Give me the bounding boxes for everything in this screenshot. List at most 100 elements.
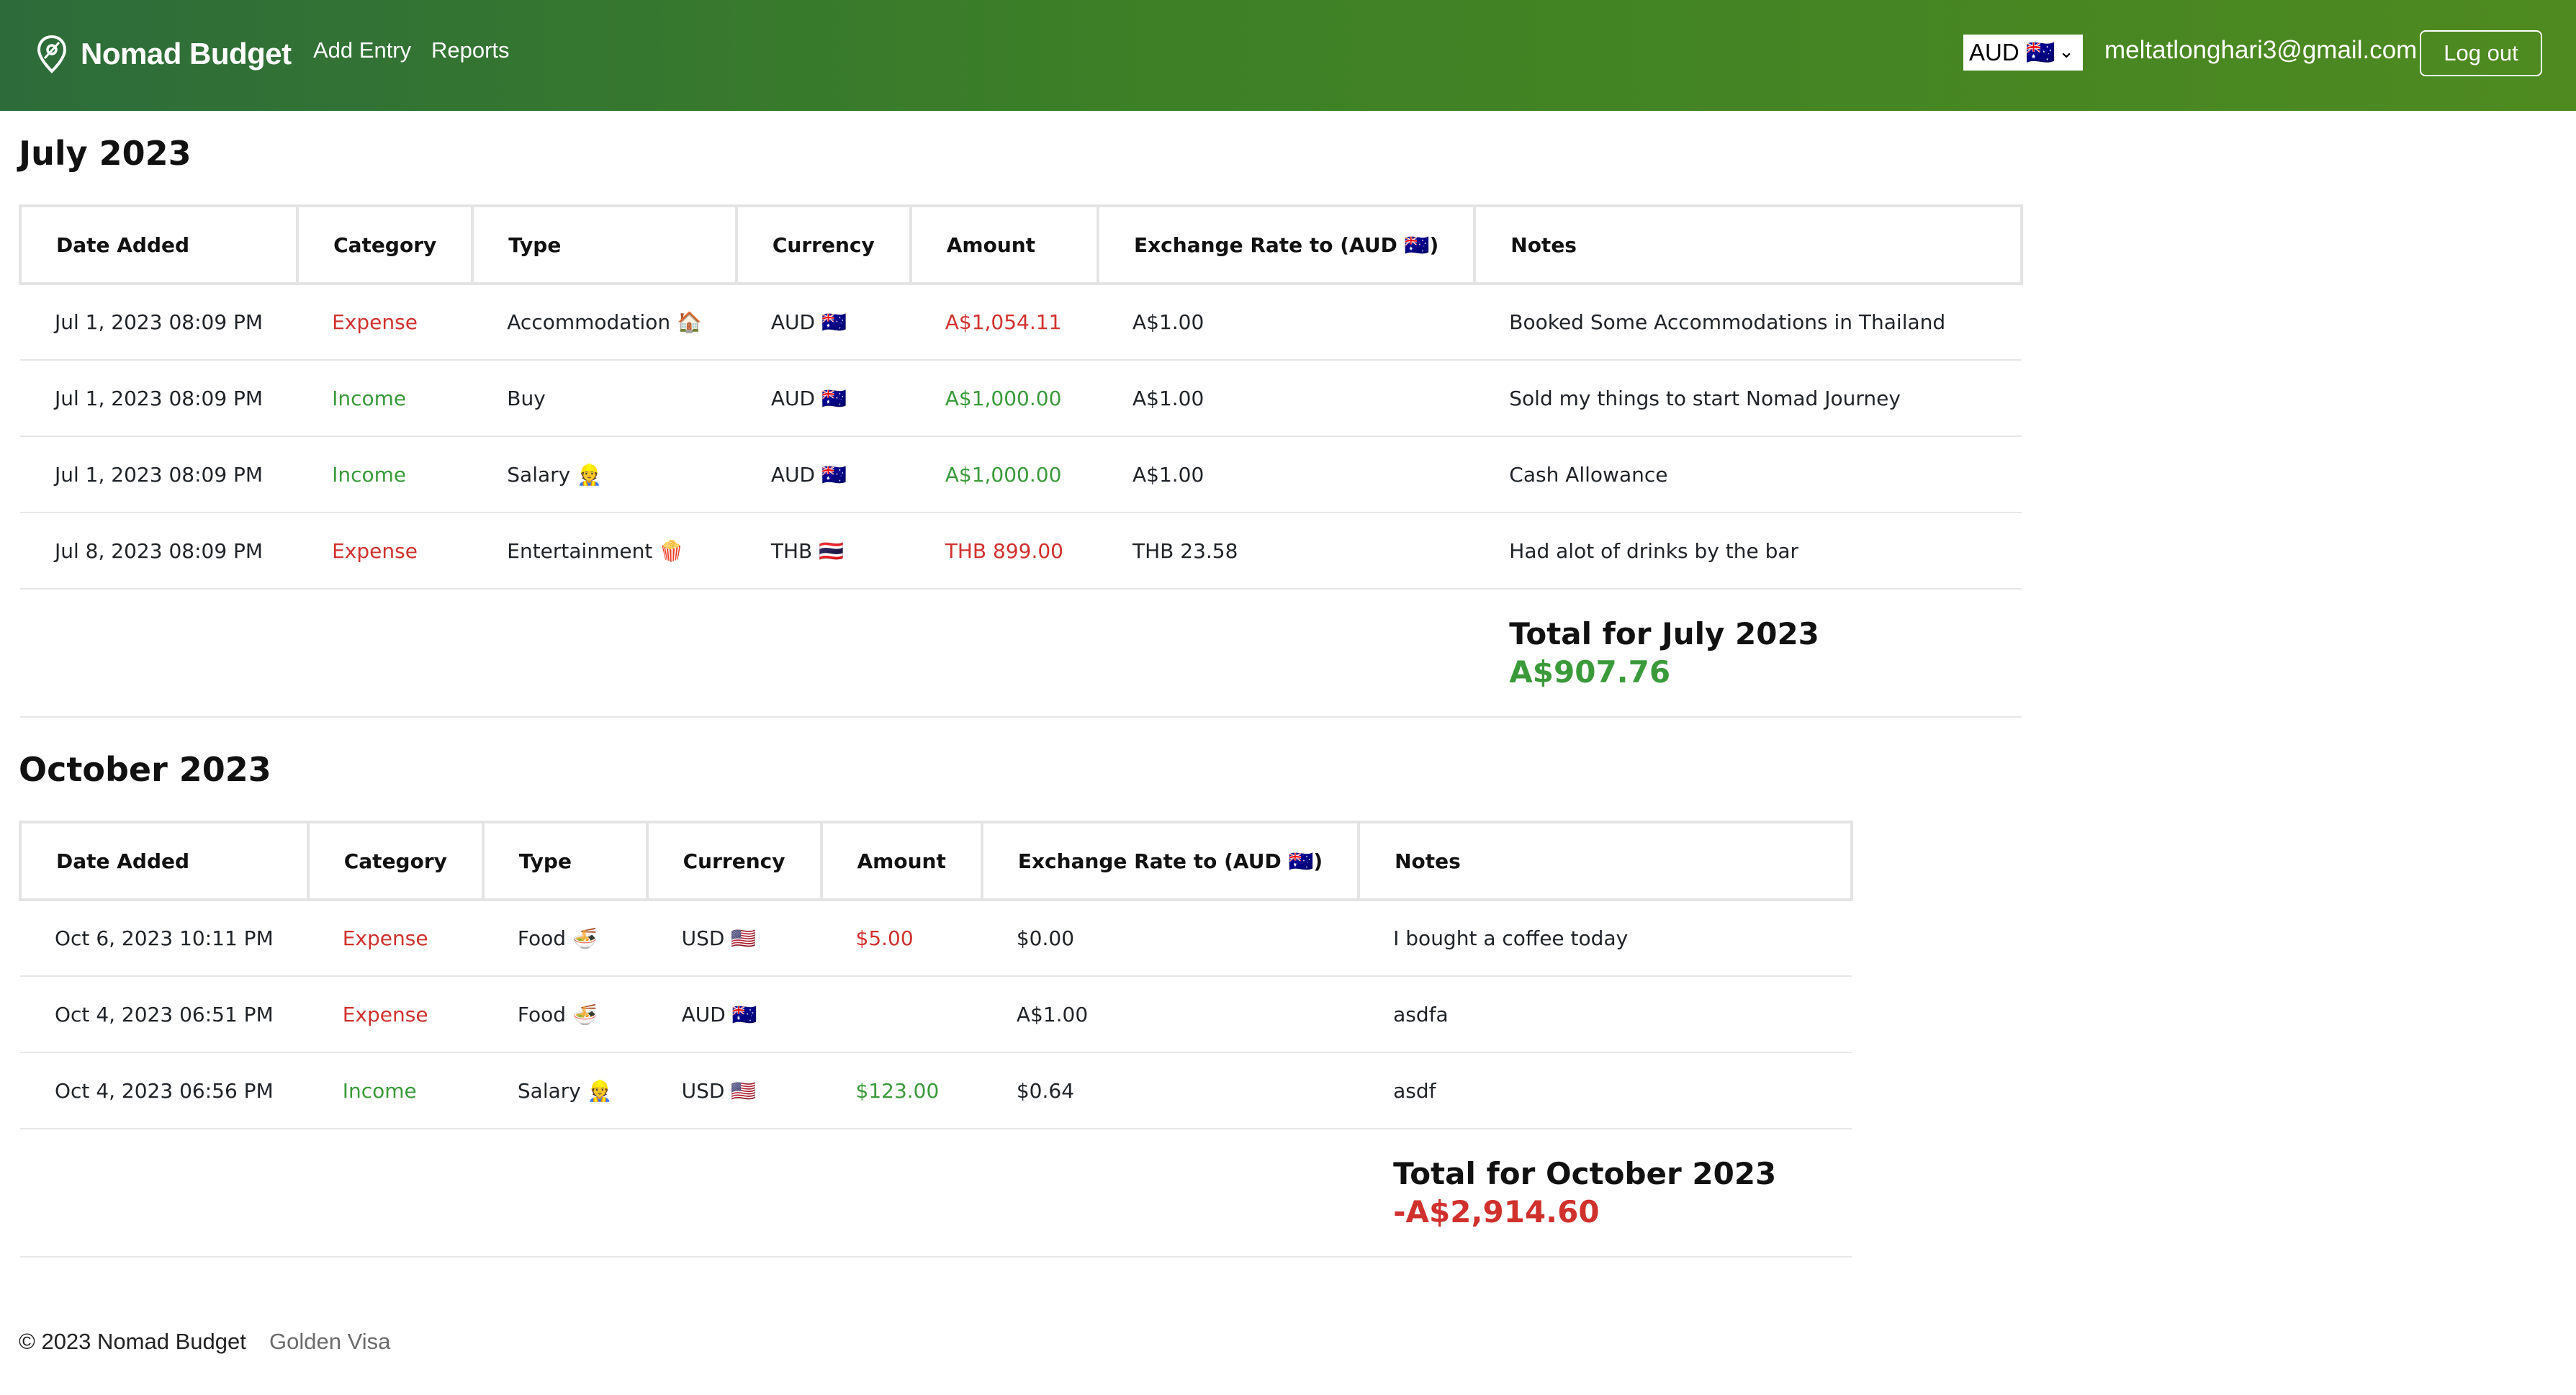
total-cell: Total for July 2023 A$907.76: [1474, 589, 2022, 718]
cell-currency: USD 🇺🇸: [647, 900, 821, 977]
cell-notes: Sold my things to start Nomad Journey: [1474, 360, 2022, 437]
currency-select[interactable]: AUD 🇦🇺 ⌄: [1963, 35, 2083, 71]
col-header-amount[interactable]: Amount: [909, 204, 1099, 285]
col-header-currency[interactable]: Currency: [645, 821, 823, 901]
cell-notes: Had alot of drinks by the bar: [1474, 513, 2022, 590]
col-header-currency[interactable]: Currency: [734, 204, 912, 285]
cell-category: Income: [297, 436, 473, 513]
col-header-type[interactable]: Type: [471, 204, 738, 285]
col-header-category[interactable]: Category: [306, 821, 485, 901]
table-row[interactable]: Oct 4, 2023 06:56 PM Income Salary 👷 USD…: [20, 1052, 1852, 1129]
cell-date: Jul 1, 2023 08:09 PM: [20, 360, 298, 437]
table-row[interactable]: Jul 1, 2023 08:09 PM Income Buy AUD 🇦🇺 A…: [20, 360, 2022, 437]
nav-add-entry[interactable]: Add Entry: [313, 37, 411, 63]
footer-link-golden-visa[interactable]: Golden Visa: [269, 1329, 390, 1355]
footer: © 2023 Nomad Budget Golden Visa: [19, 1329, 390, 1355]
cell-category: Expense: [307, 900, 483, 977]
month-title: July 2023: [19, 134, 192, 173]
transactions-table: Date Added Category Type Currency Amount…: [19, 821, 1853, 1258]
cell-exchange-rate: A$1.00: [1097, 284, 1475, 361]
col-header-date[interactable]: Date Added: [19, 821, 310, 901]
col-header-type[interactable]: Type: [481, 821, 649, 901]
cell-date: Oct 6, 2023 10:11 PM: [20, 900, 308, 977]
cell-amount: $123.00: [821, 1052, 982, 1129]
cell-amount: [821, 976, 982, 1053]
col-header-category[interactable]: Category: [296, 204, 474, 285]
brand-name: Nomad Budget: [81, 37, 292, 71]
total-spacer: [20, 1129, 1359, 1258]
cell-currency: AUD 🇦🇺: [736, 360, 911, 437]
total-label: Total for July 2023: [1509, 616, 1819, 651]
cell-date: Jul 1, 2023 08:09 PM: [20, 436, 298, 513]
cell-notes: asdfa: [1359, 976, 1852, 1053]
cell-type: Food 🍜: [482, 900, 647, 977]
month-title: October 2023: [19, 750, 271, 789]
col-header-notes[interactable]: Notes: [1357, 821, 1853, 901]
col-header-exchange-rate[interactable]: Exchange Rate to (AUD 🇦🇺): [1096, 204, 1477, 285]
cell-category: Expense: [297, 513, 473, 590]
cell-date: Jul 1, 2023 08:09 PM: [20, 284, 298, 361]
col-header-date[interactable]: Date Added: [18, 204, 300, 285]
cell-exchange-rate: THB 23.58: [1097, 513, 1475, 590]
cell-date: Oct 4, 2023 06:51 PM: [20, 976, 308, 1053]
total-value: A$907.76: [1509, 654, 1671, 690]
cell-date: Oct 4, 2023 06:56 PM: [20, 1052, 308, 1129]
total-row: Total for October 2023 -A$2,914.60: [20, 1129, 1852, 1258]
table-row[interactable]: Oct 4, 2023 06:51 PM Expense Food 🍜 AUD …: [20, 976, 1852, 1053]
table-header-row: Date Added Category Type Currency Amount…: [19, 821, 1853, 901]
footer-copyright: © 2023 Nomad Budget: [19, 1329, 246, 1354]
table-row[interactable]: Jul 1, 2023 08:09 PM Income Salary 👷 AUD…: [20, 436, 2022, 513]
total-row: Total for July 2023 A$907.76: [20, 589, 2022, 718]
cell-amount: THB 899.00: [910, 513, 1098, 590]
table-row[interactable]: Jul 8, 2023 08:09 PM Expense Entertainme…: [20, 513, 2022, 590]
cell-notes: asdf: [1359, 1052, 1852, 1129]
logout-button[interactable]: Log out: [2420, 30, 2542, 76]
cell-type: Food 🍜: [482, 976, 647, 1053]
col-header-amount[interactable]: Amount: [819, 821, 983, 901]
transactions-table: Date Added Category Type Currency Amount…: [18, 204, 2023, 718]
cell-notes: Booked Some Accommodations in Thailand: [1474, 284, 2022, 361]
cell-category: Expense: [297, 284, 473, 361]
cell-date: Jul 8, 2023 08:09 PM: [20, 513, 298, 590]
cell-type: Buy: [472, 360, 737, 437]
cell-type: Accommodation 🏠: [472, 284, 737, 361]
cell-currency: THB 🇹🇭: [736, 513, 911, 590]
cell-category: Income: [297, 360, 473, 437]
cell-currency: AUD 🇦🇺: [736, 436, 911, 513]
cell-category: Expense: [307, 976, 483, 1053]
location-pin-icon: [37, 35, 67, 73]
cell-type: Salary 👷: [482, 1052, 647, 1129]
cell-notes: I bought a coffee today: [1359, 900, 1852, 977]
col-header-notes[interactable]: Notes: [1473, 204, 2023, 285]
cell-exchange-rate: $0.00: [981, 900, 1359, 977]
user-email: meltatlonghari3@gmail.com: [2104, 36, 2418, 64]
table-header-row: Date Added Category Type Currency Amount…: [18, 204, 2023, 285]
cell-amount: A$1,000.00: [910, 436, 1098, 513]
cell-type: Salary 👷: [472, 436, 737, 513]
cell-type: Entertainment 🍿: [472, 513, 737, 590]
cell-notes: Cash Allowance: [1474, 436, 2022, 513]
chevron-down-icon: ⌄: [2058, 40, 2074, 62]
cell-exchange-rate: $0.64: [981, 1052, 1359, 1129]
table-row[interactable]: Jul 1, 2023 08:09 PM Expense Accommodati…: [20, 284, 2022, 361]
cell-amount: A$1,054.11: [910, 284, 1098, 361]
currency-select-value: AUD 🇦🇺: [1969, 38, 2055, 66]
nav-reports[interactable]: Reports: [431, 37, 510, 63]
col-header-exchange-rate[interactable]: Exchange Rate to (AUD 🇦🇺): [980, 821, 1361, 901]
cell-currency: USD 🇺🇸: [647, 1052, 821, 1129]
cell-amount: $5.00: [821, 900, 982, 977]
cell-amount: A$1,000.00: [910, 360, 1098, 437]
cell-exchange-rate: A$1.00: [1097, 360, 1475, 437]
month-section-october: October 2023 Date Added Category Type Cu…: [19, 750, 1853, 1261]
month-section-july: July 2023 Date Added Category Type Curre…: [18, 134, 2023, 718]
total-spacer: [20, 589, 1475, 718]
table-row[interactable]: Oct 6, 2023 10:11 PM Expense Food 🍜 USD …: [20, 900, 1852, 977]
total-cell: Total for October 2023 -A$2,914.60: [1359, 1129, 1852, 1258]
cell-exchange-rate: A$1.00: [1097, 436, 1475, 513]
cell-category: Income: [307, 1052, 483, 1129]
total-value: -A$2,914.60: [1393, 1194, 1600, 1229]
cell-currency: AUD 🇦🇺: [647, 976, 821, 1053]
top-navbar: Nomad Budget Add Entry Reports AUD 🇦🇺 ⌄ …: [0, 0, 2576, 111]
total-label: Total for October 2023: [1393, 1156, 1777, 1191]
brand-logo-link[interactable]: Nomad Budget: [35, 29, 292, 79]
